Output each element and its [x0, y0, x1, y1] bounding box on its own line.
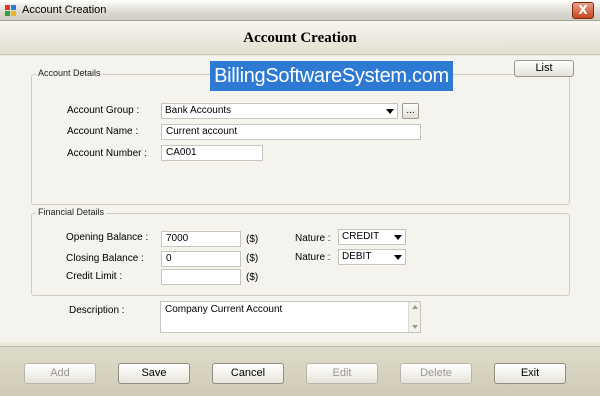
window-title: Account Creation: [22, 4, 107, 16]
description-value: Company Current Account: [165, 304, 283, 315]
delete-button[interactable]: Delete: [400, 363, 472, 384]
opening-balance-input[interactable]: 7000: [161, 231, 241, 247]
financial-details-legend: Financial Details: [36, 207, 107, 217]
save-button[interactable]: Save: [118, 363, 190, 384]
description-textarea[interactable]: Company Current Account: [160, 301, 421, 333]
footer-bar: Add Save Cancel Edit Delete Exit: [0, 346, 600, 396]
account-group-browse-button[interactable]: ...: [402, 103, 419, 119]
chevron-down-icon: [394, 255, 402, 260]
closing-balance-input[interactable]: 0: [161, 251, 241, 267]
exit-button[interactable]: Exit: [494, 363, 566, 384]
add-button[interactable]: Add: [24, 363, 96, 384]
opening-balance-unit: ($): [246, 234, 259, 245]
page-title: Account Creation: [243, 30, 357, 46]
scroll-up-icon[interactable]: [412, 305, 418, 309]
account-creation-window: Account Creation X Account Creation Acco…: [0, 0, 600, 396]
scroll-down-icon[interactable]: [412, 325, 418, 329]
description-scrollbar[interactable]: [408, 302, 420, 332]
opening-nature-label: Nature :: [295, 233, 331, 244]
title-bar: Account Creation X: [0, 0, 600, 21]
watermark-banner: BillingSoftwareSystem.com: [210, 61, 453, 91]
app-icon: [5, 5, 16, 16]
header-band: Account Creation: [0, 21, 600, 55]
credit-limit-unit: ($): [246, 272, 259, 283]
edit-button[interactable]: Edit: [306, 363, 378, 384]
opening-nature-select[interactable]: CREDIT: [338, 229, 406, 245]
account-group-select[interactable]: Bank Accounts: [161, 103, 398, 119]
opening-balance-label: Opening Balance :: [66, 232, 149, 243]
credit-limit-label: Credit Limit :: [66, 271, 123, 282]
closing-balance-unit: ($): [246, 253, 259, 264]
closing-nature-label: Nature :: [295, 252, 331, 263]
account-group-label: Account Group :: [67, 105, 140, 116]
credit-limit-input[interactable]: [161, 269, 241, 285]
close-button[interactable]: X: [572, 2, 594, 19]
chevron-down-icon: [394, 235, 402, 240]
closing-nature-select[interactable]: DEBIT: [338, 249, 406, 265]
chevron-down-icon: [386, 109, 394, 114]
opening-nature-value: CREDIT: [342, 231, 380, 242]
cancel-button[interactable]: Cancel: [212, 363, 284, 384]
account-name-input[interactable]: Current account: [161, 124, 421, 140]
closing-nature-value: DEBIT: [342, 251, 372, 262]
closing-balance-label: Closing Balance :: [66, 253, 144, 264]
account-number-label: Account Number :: [67, 148, 148, 159]
account-details-legend: Account Details: [36, 68, 103, 78]
account-number-input[interactable]: CA001: [161, 145, 263, 161]
description-label: Description :: [69, 305, 125, 316]
list-button[interactable]: List: [514, 60, 574, 77]
account-group-value: Bank Accounts: [165, 105, 232, 116]
account-name-label: Account Name :: [67, 126, 139, 137]
